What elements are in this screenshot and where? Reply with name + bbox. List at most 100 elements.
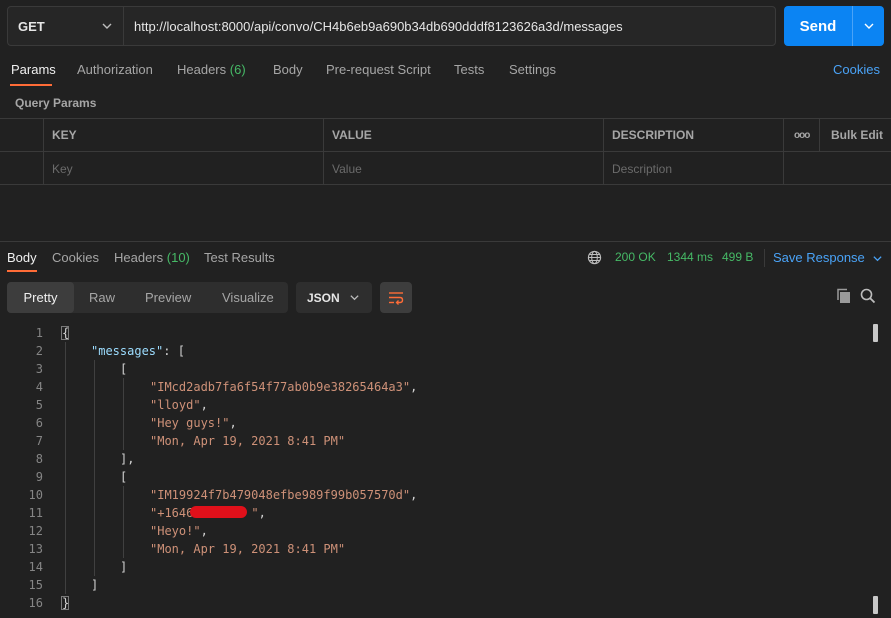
response-size[interactable]: 499 B: [722, 250, 753, 264]
code-line: "Mon, Apr 19, 2021 8:41 PM": [150, 540, 345, 558]
tab-headers-label: Headers: [177, 62, 227, 77]
tab-headers-count: (6): [229, 62, 246, 77]
view-pretty[interactable]: Pretty: [7, 282, 74, 313]
value-input[interactable]: Value: [324, 152, 604, 185]
response-tab-headers[interactable]: Headers (10): [114, 250, 190, 265]
json-punct: ,: [410, 380, 418, 394]
tab-prerequest-script[interactable]: Pre-request Script: [326, 62, 431, 77]
search-icon[interactable]: [860, 288, 876, 304]
line-number: 13: [28, 542, 43, 556]
column-divider: [603, 119, 604, 185]
code-line: "Mon, Apr 19, 2021 8:41 PM": [150, 432, 345, 450]
scrollbar-thumb[interactable]: [873, 596, 878, 614]
code-line: "IM19924f7b479048efbe989f99b057570d",: [150, 486, 417, 504]
line-number: 1: [35, 326, 43, 340]
column-header-value: VALUE: [332, 128, 372, 142]
code-line: "IMcd2adb7fa6f54f77ab0b9e38265464a3",: [150, 378, 417, 396]
request-bar: GET http://localhost:8000/api/convo/CH4b…: [7, 6, 776, 46]
line-number: 14: [28, 560, 43, 574]
response-tab-headers-count: (10): [166, 250, 190, 265]
method-select[interactable]: GET: [8, 7, 124, 45]
json-string: "+1646: [150, 506, 194, 520]
json-string: "Mon, Apr 19, 2021 8:41 PM": [150, 542, 346, 556]
line-number: 7: [35, 434, 43, 448]
bulk-edit-button[interactable]: Bulk Edit: [823, 119, 883, 151]
tab-tests[interactable]: Tests: [454, 62, 484, 77]
code-line: }: [62, 596, 70, 610]
key-input[interactable]: Key: [44, 152, 324, 185]
response-tab-cookies[interactable]: Cookies: [52, 250, 99, 265]
column-header-key: KEY: [52, 128, 77, 142]
description-input[interactable]: Description: [604, 152, 784, 185]
column-divider: [43, 119, 44, 185]
json-string: "Heyo!": [150, 524, 201, 538]
active-response-tab-indicator: [7, 270, 37, 272]
response-tab-headers-label: Headers: [114, 250, 164, 265]
wrap-lines-button[interactable]: [380, 282, 412, 313]
line-number: 16: [28, 596, 43, 610]
json-string: "lloyd": [150, 398, 201, 412]
json-string: "IM19924f7b479048efbe989f99b057570d": [150, 488, 411, 502]
line-number: 9: [35, 470, 43, 484]
column-divider: [819, 119, 820, 152]
tab-headers[interactable]: Headers (6): [177, 62, 246, 77]
json-string: "IMcd2adb7fa6f54f77ab0b9e38265464a3": [150, 380, 411, 394]
save-response-label: Save Response: [773, 250, 865, 265]
tab-authorization[interactable]: Authorization: [77, 62, 153, 77]
chevron-down-icon: [102, 23, 112, 29]
code-line: ]: [91, 578, 99, 592]
url-text: http://localhost:8000/api/convo/CH4b6eb9…: [134, 18, 623, 34]
copy-icon[interactable]: [836, 288, 852, 304]
redaction-mark: [190, 506, 247, 518]
status-code[interactable]: 200 OK: [615, 250, 656, 264]
save-response-button[interactable]: Save Response: [773, 250, 883, 265]
view-preview[interactable]: Preview: [145, 282, 191, 313]
indent-guide: [123, 486, 124, 558]
response-body-viewer[interactable]: 1 2 3 4 5 6 7 8 9 10 11 12 13 14 15 16 {…: [0, 323, 891, 618]
send-button-group: Send: [784, 6, 884, 46]
url-input[interactable]: http://localhost:8000/api/convo/CH4b6eb9…: [124, 7, 775, 45]
response-time[interactable]: 1344 ms: [667, 250, 713, 264]
indent-guide: [94, 360, 95, 576]
table-row: Key Value Description: [0, 152, 891, 185]
format-select[interactable]: JSON: [296, 282, 372, 313]
scrollbar-thumb[interactable]: [873, 324, 878, 342]
response-tabs: Body Cookies Headers (10) Test Results 2…: [0, 244, 891, 272]
code-line: {: [62, 326, 70, 340]
code-line: "Hey guys!",: [150, 414, 237, 432]
request-tabs: Params Authorization Headers (6) Body Pr…: [0, 54, 891, 86]
code-line: [: [120, 362, 128, 376]
view-raw[interactable]: Raw: [89, 282, 115, 313]
line-number: 11: [28, 506, 43, 520]
chevron-down-icon: [350, 295, 359, 301]
view-mode-selector: Pretty Raw Preview Visualize: [7, 282, 288, 313]
code-line: "Heyo!",: [150, 522, 208, 540]
table-header-row: KEY VALUE DESCRIPTION ooo Bulk Edit: [0, 119, 891, 152]
tab-params[interactable]: Params: [11, 62, 56, 77]
line-number: 4: [35, 380, 43, 394]
line-number: 6: [35, 416, 43, 430]
tab-body[interactable]: Body: [273, 62, 303, 77]
tab-settings[interactable]: Settings: [509, 62, 556, 77]
query-params-label: Query Params: [15, 96, 97, 110]
separator: [764, 249, 765, 267]
line-number: 10: [28, 488, 43, 502]
response-tab-body[interactable]: Body: [7, 250, 37, 265]
code-line: ]: [120, 560, 128, 574]
view-visualize[interactable]: Visualize: [222, 282, 274, 313]
chevron-down-icon: [873, 256, 883, 262]
response-tab-test-results[interactable]: Test Results: [204, 250, 275, 265]
pane-divider[interactable]: [0, 241, 891, 242]
code-line: "lloyd",: [150, 396, 208, 414]
code-line: ],: [120, 452, 135, 466]
more-options-button[interactable]: ooo: [785, 119, 819, 151]
send-button[interactable]: Send: [784, 6, 852, 46]
line-number: 8: [35, 452, 43, 466]
json-key: "messages": [91, 344, 164, 358]
indent-guide: [65, 342, 66, 594]
globe-icon[interactable]: [587, 250, 602, 265]
cookies-link[interactable]: Cookies: [833, 62, 880, 77]
column-header-description: DESCRIPTION: [612, 128, 695, 142]
send-options-button[interactable]: [852, 6, 884, 46]
code-line: "messages": [: [91, 342, 185, 360]
